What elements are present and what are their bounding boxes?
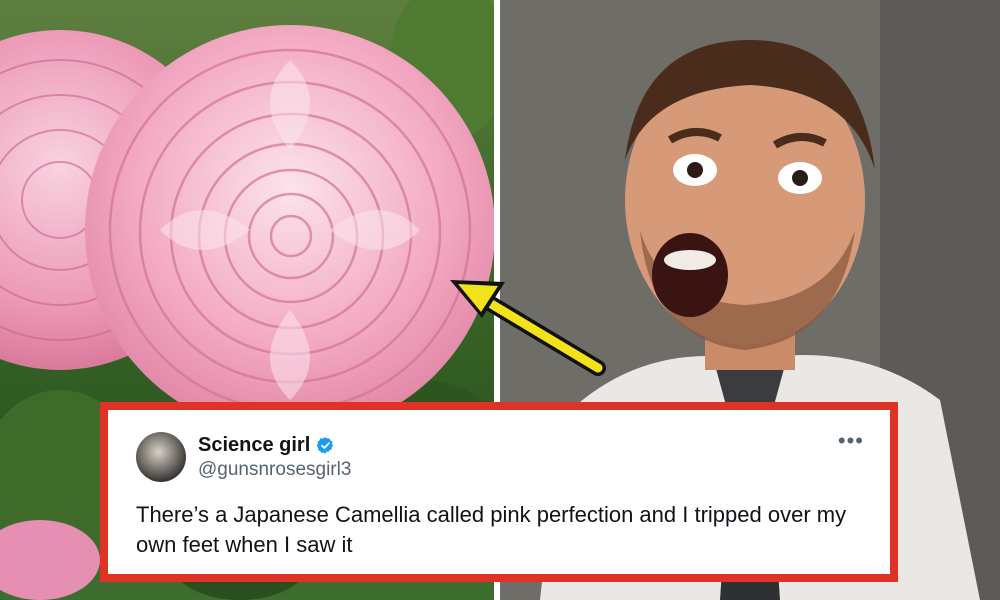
avatar[interactable] bbox=[136, 432, 186, 482]
author-handle[interactable]: @gunsnrosesgirl3 bbox=[198, 459, 351, 481]
tweet-author: Science girl @gunsnrosesgirl3 bbox=[198, 434, 351, 481]
author-display-name[interactable]: Science girl bbox=[198, 434, 310, 457]
tweet-header: Science girl @gunsnrosesgirl3 bbox=[136, 432, 862, 482]
tweet-card[interactable]: Science girl @gunsnrosesgirl3 ••• There’… bbox=[108, 410, 890, 574]
tweet-highlight-frame: Science girl @gunsnrosesgirl3 ••• There’… bbox=[100, 402, 898, 582]
verified-badge-icon bbox=[317, 436, 334, 454]
author-name-row: Science girl bbox=[198, 434, 351, 457]
more-options-icon[interactable]: ••• bbox=[838, 430, 864, 452]
tweet-text: There’s a Japanese Camellia called pink … bbox=[136, 502, 847, 557]
